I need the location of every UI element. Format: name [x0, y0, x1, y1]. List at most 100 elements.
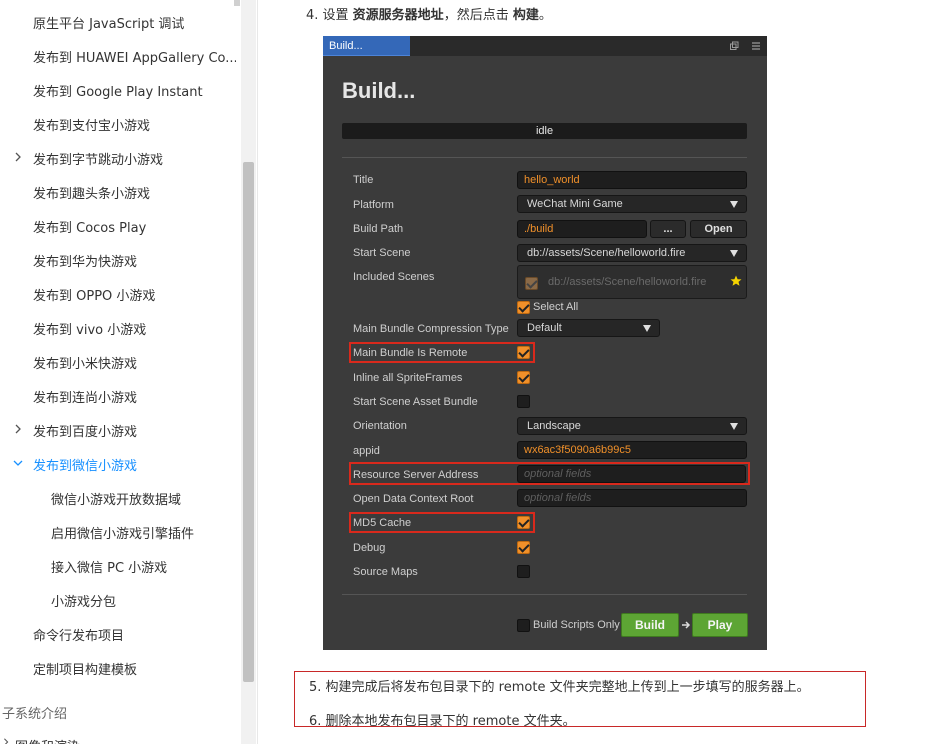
sidebar-item-xiaomi[interactable]: 发布到小米快游戏 — [0, 345, 236, 379]
sidebar-item-huawei-appgallery[interactable]: 发布到 HUAWEI AppGallery Co... — [0, 39, 236, 73]
menu-icon[interactable] — [751, 41, 761, 51]
sidebar-item-label: 发布到微信小游戏 — [33, 458, 138, 474]
sidebar-item-label: 图像和渲染 — [15, 736, 80, 744]
build-path-label: Build Path — [353, 223, 404, 235]
sidebar-item-label: 发布到 Cocos Play — [33, 220, 147, 236]
step-4-emphasis-build: 构建 — [512, 8, 539, 23]
scrollbar-thumb[interactable] — [243, 162, 254, 682]
sidebar-item-native-js-debug[interactable]: 原生平台 JavaScript 调试 — [0, 5, 236, 39]
sidebar-item-command-line[interactable]: 命令行发布项目 — [0, 617, 236, 651]
resource-server-input[interactable]: optional fields — [517, 465, 746, 483]
source-maps-label: Source Maps — [353, 566, 418, 578]
sidebar-item-label: 发布到华为快游戏 — [33, 254, 138, 270]
sidebar-item-custom-template[interactable]: 定制项目构建模板 — [0, 651, 236, 685]
build-path-input[interactable]: ./build — [517, 220, 647, 238]
sidebar-item-huawei-quickgame[interactable]: 发布到华为快游戏 — [0, 243, 236, 277]
inline-sprites-checkbox[interactable] — [517, 371, 530, 384]
debug-checkbox[interactable] — [517, 541, 530, 554]
resource-server-label: Resource Server Address — [353, 469, 479, 481]
inline-sprites-label: Inline all SpriteFrames — [353, 372, 463, 384]
sidebar-item-bytedance[interactable]: 发布到字节跳动小游戏 — [0, 141, 236, 175]
compression-type-select[interactable]: Default — [517, 319, 660, 337]
bundle-remote-label: Main Bundle Is Remote — [353, 347, 468, 359]
sidebar-item-qutoutiao[interactable]: 发布到趣头条小游戏 — [0, 175, 236, 209]
notes-box: 5. 构建完成后将发布包目录下的 remote 文件夹完整地上传到上一步填写的服… — [294, 671, 866, 729]
sidebar-item-alipay[interactable]: 发布到支付宝小游戏 — [0, 107, 236, 141]
source-maps-checkbox[interactable] — [517, 565, 530, 578]
step-5-text: 5. 构建完成后将发布包目录下的 remote 文件夹完整地上传到上一步填写的服… — [309, 680, 810, 695]
sidebar-item-label: 发布到趣头条小游戏 — [33, 186, 151, 202]
sidebar-item-wechat[interactable]: 发布到微信小游戏 — [0, 447, 236, 481]
sidebar-item-label: 微信小游戏开放数据域 — [51, 492, 182, 508]
sidebar-item-label: 发布到 Google Play Instant — [33, 84, 203, 100]
chevron-right-icon[interactable] — [13, 152, 23, 162]
md5-cache-checkbox[interactable] — [517, 516, 530, 529]
sidebar-item-label: 发布到字节跳动小游戏 — [33, 152, 164, 168]
open-data-root-input[interactable]: optional fields — [517, 489, 747, 507]
chevron-right-icon[interactable] — [13, 424, 23, 434]
arrow-right-icon — [682, 621, 691, 629]
included-scenes-label: Included Scenes — [353, 271, 435, 283]
dropdown-arrow-icon — [643, 325, 651, 332]
title-label: Title — [353, 174, 374, 186]
sidebar-item-wechat-engine-plugin[interactable]: 启用微信小游戏引擎插件 — [0, 515, 236, 549]
platform-select[interactable]: WeChat Mini Game — [517, 195, 747, 213]
sidebar-item-vivo[interactable]: 发布到 vivo 小游戏 — [0, 311, 236, 345]
start-scene-bundle-label: Start Scene Asset Bundle — [353, 396, 478, 408]
step-4-prefix: 4. 设置 — [306, 8, 353, 23]
sidebar-item-label: 小游戏分包 — [51, 594, 117, 610]
browse-button[interactable]: ... — [650, 220, 686, 238]
sidebar-item-cocos-play[interactable]: 发布到 Cocos Play — [0, 209, 236, 243]
start-scene-select[interactable]: db://assets/Scene/helloworld.fire — [517, 244, 747, 262]
orientation-select[interactable]: Landscape — [517, 417, 747, 435]
sidebar-item-wechat-pc[interactable]: 接入微信 PC 小游戏 — [0, 549, 236, 583]
dropdown-arrow-icon — [730, 423, 738, 430]
panel-tab[interactable]: Build... — [323, 36, 410, 56]
build-scripts-only-label: Build Scripts Only — [533, 619, 620, 631]
sidebar-item-wechat-open-data[interactable]: 微信小游戏开放数据域 — [0, 481, 236, 515]
title-input[interactable]: hello_world — [517, 171, 747, 189]
step-4-suffix: 。 — [538, 8, 552, 23]
start-scene-bundle-checkbox[interactable] — [517, 395, 530, 408]
open-button[interactable]: Open — [690, 220, 747, 238]
sidebar-item-label: 发布到 vivo 小游戏 — [33, 322, 147, 338]
sidebar-item-lianshang[interactable]: 发布到连尚小游戏 — [0, 379, 236, 413]
star-icon — [730, 275, 742, 286]
chevron-down-icon[interactable] — [13, 458, 23, 468]
popout-icon[interactable] — [729, 41, 739, 51]
build-scripts-only-checkbox[interactable] — [517, 619, 530, 632]
panel-titlebar: Build... — [323, 36, 767, 56]
sidebar: 原生平台 JavaScript 调试 发布到 HUAWEI AppGallery… — [0, 0, 258, 744]
sidebar-item-label: 发布到支付宝小游戏 — [33, 118, 151, 134]
appid-input[interactable]: wx6ac3f5090a6b99c5 — [517, 441, 747, 459]
sidebar-item-label: 定制项目构建模板 — [33, 662, 138, 678]
sidebar-item-label: 启用微信小游戏引擎插件 — [51, 526, 195, 542]
open-data-root-label: Open Data Context Root — [353, 493, 474, 505]
dropdown-arrow-icon — [730, 250, 738, 257]
step-4-emphasis-server: 资源服务器地址 — [352, 8, 444, 23]
chevron-right-icon — [4, 738, 9, 744]
sidebar-item-label: 发布到小米快游戏 — [33, 356, 138, 372]
main-content: 4. 设置 资源服务器地址，然后点击 构建。 Build... Build...… — [258, 0, 949, 744]
sidebar-item-label: 命令行发布项目 — [33, 628, 125, 644]
play-button[interactable]: Play — [692, 613, 748, 637]
platform-label: Platform — [353, 199, 394, 211]
divider — [342, 157, 747, 158]
sidebar-item-google-play-instant[interactable]: 发布到 Google Play Instant — [0, 73, 236, 107]
sidebar-item-oppo[interactable]: 发布到 OPPO 小游戏 — [0, 277, 236, 311]
scene-checkbox[interactable] — [525, 277, 538, 290]
bundle-remote-checkbox[interactable] — [517, 346, 530, 359]
sidebar-item-baidu[interactable]: 发布到百度小游戏 — [0, 413, 236, 447]
build-button[interactable]: Build — [621, 613, 679, 637]
sidebar-item-subpackage[interactable]: 小游戏分包 — [0, 583, 236, 617]
divider — [342, 594, 747, 595]
appid-label: appid — [353, 445, 380, 457]
sidebar-item-label: 接入微信 PC 小游戏 — [51, 560, 168, 576]
sidebar-item-label: 发布到百度小游戏 — [33, 424, 138, 440]
sidebar-section-subsystems[interactable]: 子系统介绍 — [2, 703, 67, 722]
select-all-checkbox[interactable] — [517, 301, 530, 314]
start-scene-label: Start Scene — [353, 247, 411, 259]
scrollbar-top[interactable] — [234, 0, 240, 6]
build-progress-bar: idle — [342, 123, 747, 139]
step-4-middle: ，然后点击 — [443, 8, 513, 23]
